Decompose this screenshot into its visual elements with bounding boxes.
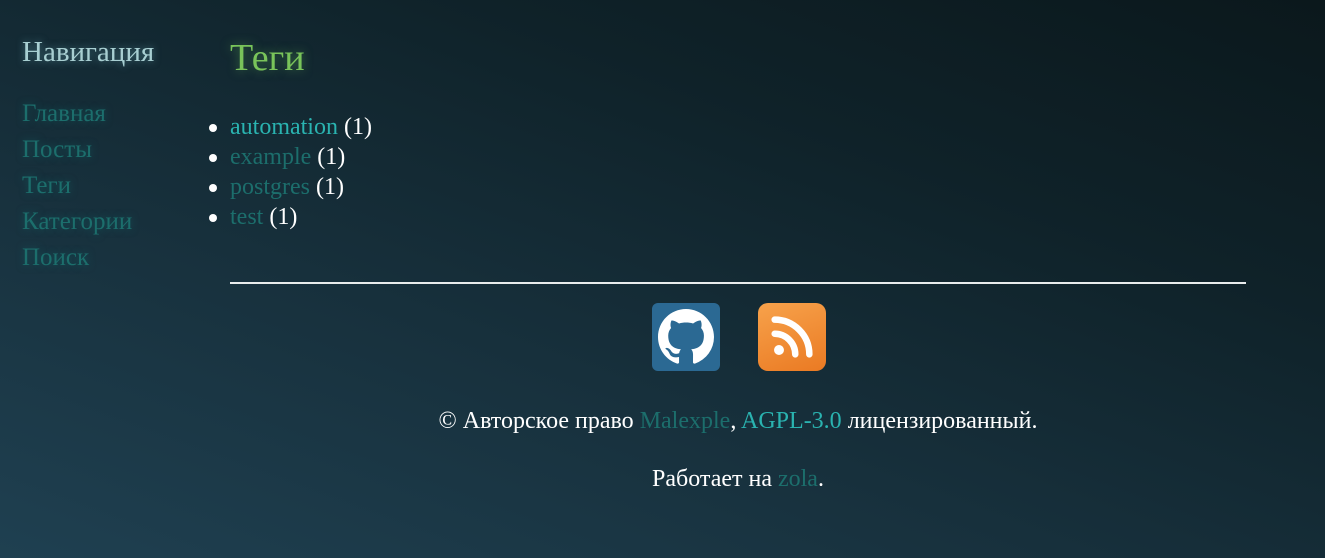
tag-count: (1) — [316, 174, 344, 200]
sidebar-nav: Навигация Главная Посты Теги Категории П… — [22, 32, 212, 276]
period: . — [1031, 408, 1038, 434]
powered-text: Работает на — [652, 466, 772, 492]
github-icon — [658, 309, 714, 364]
nav-link-tags[interactable]: Теги — [22, 172, 71, 199]
tag-list: automation (1) example (1) postgres (1) … — [209, 112, 1246, 232]
powered-period: . — [817, 466, 824, 492]
nav-item-home: Главная — [22, 96, 212, 132]
nav-link-home[interactable]: Главная — [22, 100, 106, 127]
tag-count: (1) — [317, 144, 346, 170]
tag-count: (1) — [269, 204, 298, 230]
github-button[interactable] — [652, 303, 720, 371]
license-link[interactable]: AGPL-3.0 — [741, 408, 842, 434]
nav-list: Главная Посты Теги Категории Поиск — [22, 96, 212, 276]
copyright-text: Авторское право — [462, 408, 634, 434]
tag-link-automation[interactable]: automation — [230, 114, 338, 140]
tag-item-postgres: postgres (1) — [209, 172, 1246, 202]
footer-divider — [230, 282, 1246, 284]
tag-link-example[interactable]: example — [230, 144, 311, 170]
tag-link-test[interactable]: test — [230, 204, 263, 230]
nav-title: Навигация — [22, 36, 155, 68]
nav-link-search[interactable]: Поиск — [22, 244, 89, 271]
nav-link-categories[interactable]: Категории — [22, 208, 132, 235]
tag-item-automation: automation (1) — [209, 112, 1246, 142]
social-links — [652, 303, 826, 371]
zola-link[interactable]: zola — [778, 466, 818, 492]
tag-item-test: test (1) — [209, 202, 1246, 232]
nav-link-posts[interactable]: Посты — [22, 136, 92, 163]
tag-item-example: example (1) — [209, 142, 1246, 172]
nav-item-search: Поиск — [22, 240, 212, 276]
powered-by-line: Работает на zola. — [230, 466, 1246, 493]
nav-item-categories: Категории — [22, 204, 212, 240]
author-link[interactable]: Malexple — [640, 408, 731, 434]
comma: , — [730, 408, 737, 434]
license-suffix: лицензированный — [847, 408, 1032, 434]
copyright-symbol: © — [438, 408, 457, 434]
rss-button[interactable] — [758, 303, 826, 371]
tag-count: (1) — [343, 114, 372, 140]
copyright-line: © Авторское право Malexple, AGPL-3.0 лиц… — [230, 408, 1246, 435]
nav-item-posts: Посты — [22, 132, 212, 168]
main-content: Теги automation (1) example (1) postgres… — [209, 30, 1246, 232]
nav-item-tags: Теги — [22, 168, 212, 204]
rss-icon — [771, 316, 813, 358]
tag-link-postgres[interactable]: postgres — [230, 174, 310, 200]
page-title: Теги — [230, 37, 305, 79]
